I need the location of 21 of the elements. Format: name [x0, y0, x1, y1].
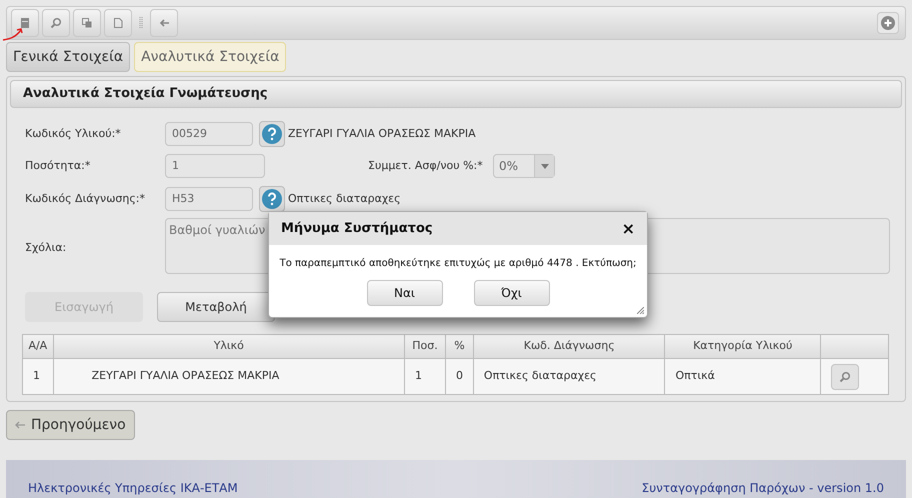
table-cell: Οπτικά [664, 358, 820, 394]
dialog-message: Το παραπεμπτικό αποθηκεύτηκε επιτυχώς με αριθμό 4478 . Εκτύπωση; [280, 257, 636, 271]
column-header: Υλικό [53, 334, 404, 358]
column-header: Κατηγορία Υλικού [664, 334, 820, 358]
table-cell: Οπτικες διαταραχες [473, 358, 665, 394]
field-label: Κωδικός Διάγνωσης:* [25, 190, 146, 207]
table-cell: ΖΕΥΓΑΡΙ ΓΥΑΛΙΑ ΟΡΑΣΕΩΣ ΜΑΚΡΙΑ [53, 358, 404, 394]
column-header: Κωδ. Διάγνωσης [473, 334, 665, 358]
column-header: Α/Α [22, 334, 54, 358]
material-description: ΖΕΥΓΑΡΙ ΓΥΑΛΙΑ ΟΡΑΣΕΩΣ ΜΑΚΡΙΑ [288, 126, 476, 142]
field-label: Σχόλια: [25, 240, 68, 256]
table-cell: 1 [22, 358, 54, 394]
dialog-title: Μήνυμα Συστήματος [281, 220, 433, 238]
field-label: Συμμετ. Ασφ/νου %:* [368, 158, 484, 174]
table-cell: 1 [404, 358, 446, 394]
footer-version: Συνταγογράφηση Παρόχων - version 1.0 [642, 481, 884, 496]
field-label: Κωδικός Υλικού:* [25, 126, 122, 142]
diagnosis-description: Οπτικες διαταραχες [288, 190, 401, 207]
field-label: Ποσότητα:* [25, 158, 92, 174]
table-cell: 0 [446, 358, 474, 394]
panel-title: Αναλυτικά Στοιχεία Γνωμάτευσης [10, 80, 902, 108]
